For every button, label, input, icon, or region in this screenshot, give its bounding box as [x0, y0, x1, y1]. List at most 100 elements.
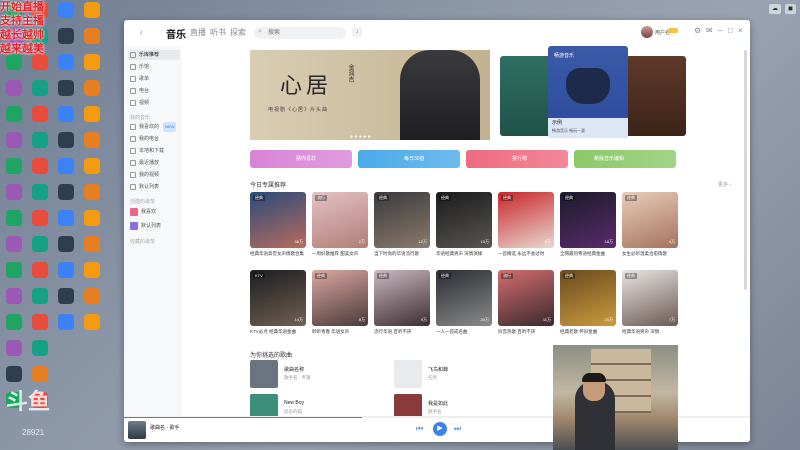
playlist-cover[interactable]: 经典 12万 — [374, 192, 430, 248]
desktop-shortcut-icon[interactable] — [84, 314, 100, 330]
desktop-shortcut-icon[interactable] — [32, 340, 48, 356]
playlist-cover[interactable]: 流行 2万 — [312, 192, 368, 248]
carousel-dots[interactable]: ● ● ● ● ● — [350, 134, 371, 140]
desktop-shortcut-icon[interactable] — [58, 106, 74, 122]
sidebar-item-my-radio[interactable]: 我的电台 — [128, 134, 180, 144]
playlist-cover[interactable]: KTV 14万 — [250, 270, 306, 326]
desktop-shortcut-icon[interactable] — [58, 314, 74, 330]
playlist-title[interactable]: 全网最热粤语经典金曲 — [560, 251, 616, 263]
desktop-shortcut-icon[interactable] — [6, 210, 22, 226]
desktop-shortcut-icon[interactable] — [58, 210, 74, 226]
desktop-shortcut-icon[interactable] — [58, 132, 74, 148]
desktop-shortcut-icon[interactable] — [32, 54, 48, 70]
desktop-shortcut-icon[interactable] — [58, 54, 74, 70]
playlist-title[interactable]: 女生必听温柔治愈情歌 — [622, 251, 678, 263]
sidebar-item-default-list[interactable]: 默认列表 — [128, 182, 180, 192]
desktop-shortcut-icon[interactable] — [84, 80, 100, 96]
desktop-shortcut-icon[interactable] — [6, 262, 22, 278]
sidebar-item-radio[interactable]: 电台 — [128, 86, 180, 96]
song-cover[interactable] — [394, 394, 422, 416]
desktop-shortcut-icon[interactable] — [6, 54, 22, 70]
desktop-shortcut-icon[interactable] — [84, 106, 100, 122]
playlist-cover[interactable]: 经典 18万 — [560, 192, 616, 248]
playlist-cover[interactable]: 经典 36万 — [250, 192, 306, 248]
desktop-shortcut-icon[interactable] — [58, 184, 74, 200]
promo-card[interactable]: 畅游音乐 示例 畅游音乐 畅玩一夏 — [548, 46, 628, 138]
desktop-shortcut-icon[interactable] — [84, 54, 100, 70]
desktop-shortcut-icon[interactable] — [6, 106, 22, 122]
playlist-title[interactable]: 一周好歌推荐 甜美女声 — [312, 251, 368, 263]
desktop-shortcut-icon[interactable] — [6, 314, 22, 330]
song-item[interactable]: 我是如此 歌手名 — [394, 394, 534, 416]
sidebar-playlist[interactable]: 我喜欢 — [128, 206, 180, 218]
hero-banner[interactable]: 心居 金润吉 电视剧《心居》片头曲 ● ● ● ● ● — [250, 50, 490, 140]
desktop-shortcut-icon[interactable] — [32, 132, 48, 148]
song-cover[interactable] — [394, 360, 422, 388]
playlist-cover[interactable]: 经典 9万 — [374, 270, 430, 326]
desktop-shortcut-icon[interactable] — [32, 184, 48, 200]
playlist-title[interactable]: 一人一首成名曲 — [436, 329, 492, 341]
avatar[interactable] — [641, 26, 653, 38]
sidebar-item-my-video[interactable]: 我的视频 — [128, 170, 180, 180]
next-icon[interactable]: ⏭ — [454, 424, 461, 434]
previous-icon[interactable]: ⏮ — [416, 424, 423, 434]
desktop-shortcut-icon[interactable] — [84, 2, 100, 18]
desktop-shortcut-icon[interactable] — [84, 158, 100, 174]
now-playing-cover[interactable] — [128, 421, 146, 439]
maximize-button[interactable]: □ — [728, 26, 733, 35]
desktop-shortcut-icon[interactable] — [84, 184, 100, 200]
playlist-cover[interactable]: 经典 10万 — [436, 192, 492, 248]
scrollbar[interactable] — [744, 50, 747, 290]
song-item[interactable]: New Boy 房东的猫 — [250, 394, 390, 416]
tab-live[interactable]: 直播 — [190, 27, 206, 38]
desktop-shortcut-icon[interactable] — [32, 236, 48, 252]
sidebar-item-video[interactable]: 视频 — [128, 98, 180, 108]
playlist-cover[interactable]: 经典 7万 — [622, 270, 678, 326]
desktop-shortcut-icon[interactable] — [58, 236, 74, 252]
playlist-cover[interactable]: 经典 4万 — [622, 192, 678, 248]
desktop-shortcut-icon[interactable] — [58, 288, 74, 304]
now-playing-title[interactable]: 歌曲名 - 歌手 — [150, 424, 179, 431]
desktop-shortcut-icon[interactable] — [84, 262, 100, 278]
song-item[interactable]: 歌曲名称 歌手名 · 专辑 — [250, 360, 390, 388]
desktop-shortcut-icon[interactable] — [32, 210, 48, 226]
playlist-title[interactable]: 经典老歌 怀旧金曲 — [560, 329, 616, 341]
song-item[interactable]: 飞鸟和蝉 任然 — [394, 360, 534, 388]
sidebar-item-liked[interactable]: 我喜欢的 NEW — [128, 122, 180, 132]
desktop-shortcut-icon[interactable] — [32, 366, 48, 382]
voice-search-icon[interactable]: ♪ — [352, 27, 362, 37]
playlist-title[interactable]: 一首精选 永远不会过时 — [498, 251, 554, 263]
desktop-shortcut-icon[interactable] — [84, 236, 100, 252]
banner-card-right[interactable] — [626, 56, 686, 136]
quick-button-charts[interactable]: 排行榜 — [466, 150, 568, 168]
desktop-shortcut-icon[interactable] — [32, 314, 48, 330]
desktop-shortcut-icon[interactable] — [84, 210, 100, 226]
desktop-shortcut-icon[interactable] — [6, 366, 22, 382]
sidebar-item-recommend[interactable]: 乐库推荐 — [128, 50, 180, 60]
tray-icon[interactable]: ☁ — [769, 4, 782, 14]
settings-icon[interactable]: ⚙ — [694, 26, 701, 35]
mail-icon[interactable]: ✉ — [706, 26, 713, 35]
playlist-title[interactable]: 经典华语高音女声情歌合集 — [250, 251, 306, 263]
desktop-shortcut-icon[interactable] — [84, 288, 100, 304]
close-button[interactable]: × — [738, 26, 743, 35]
sidebar-item-playlists[interactable]: 歌单 — [128, 74, 180, 84]
quick-button-daily[interactable]: 每日30首 — [358, 150, 460, 168]
desktop-shortcut-icon[interactable] — [84, 132, 100, 148]
quick-button-guess[interactable]: 猜你喜欢 — [250, 150, 352, 168]
desktop-shortcut-icon[interactable] — [6, 158, 22, 174]
playlist-cover[interactable]: 经典 20万 — [436, 270, 492, 326]
search-input[interactable] — [268, 28, 340, 38]
play-button[interactable]: ▶ — [433, 422, 447, 436]
tray-icon[interactable]: ◼ — [785, 4, 796, 14]
desktop-shortcut-icon[interactable] — [58, 262, 74, 278]
playlist-title[interactable]: KTV必点 经典华语金曲 — [250, 329, 306, 341]
playlist-title[interactable]: 当下时尚的华语流行歌 — [374, 251, 430, 263]
tab-explore[interactable]: 探索 — [230, 27, 246, 38]
desktop-shortcut-icon[interactable] — [32, 158, 48, 174]
desktop-shortcut-icon[interactable] — [6, 80, 22, 96]
playlist-title[interactable]: 抖音热歌 百听不厌 — [498, 329, 554, 341]
desktop-shortcut-icon[interactable] — [6, 132, 22, 148]
desktop-shortcut-icon[interactable] — [58, 2, 74, 18]
sidebar-playlist[interactable]: 默认列表 — [128, 220, 180, 232]
